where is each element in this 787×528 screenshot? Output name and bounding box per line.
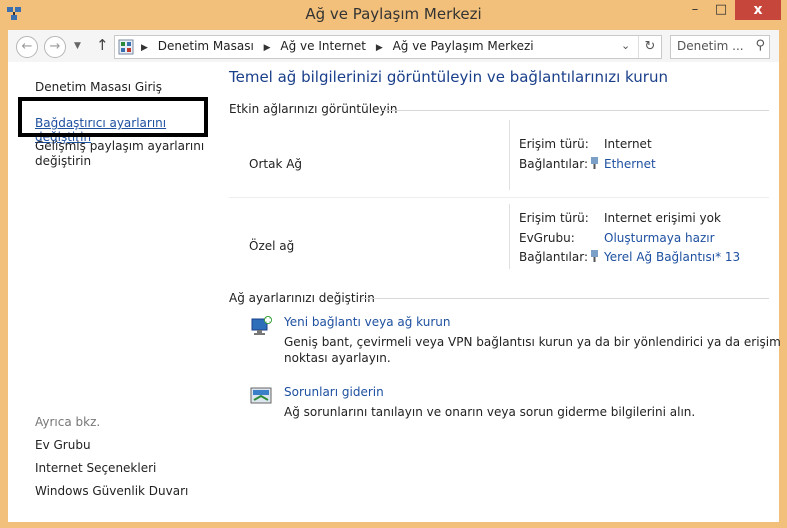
sidebar: Denetim Masası Giriş Bağdaştırıcı ayarla…	[8, 62, 220, 522]
access-type-label: Erişim türü:	[519, 137, 589, 151]
highlight-box	[18, 97, 208, 137]
access-type-value: Internet	[604, 137, 652, 151]
divider	[509, 120, 510, 190]
task-new-connection-link[interactable]: Yeni bağlantı veya ağ kurun	[284, 315, 450, 329]
search-icon[interactable]: ⚲	[755, 38, 765, 53]
connections-label: Bağlantılar:	[519, 250, 588, 264]
navigation-bar: ← → ▼ ↑ ▶ Denetim Masası ▶ Ağ ve Interne…	[8, 30, 779, 62]
connections-label: Bağlantılar:	[519, 157, 588, 171]
refresh-button[interactable]: ↻	[638, 36, 661, 58]
chevron-right-icon: ▶	[141, 43, 148, 53]
network-name-public: Ortak Ağ	[249, 157, 303, 171]
new-connection-icon	[251, 316, 272, 335]
see-also-internet-options[interactable]: Internet Seçenekleri	[35, 461, 156, 475]
homegroup-label: EvGrubu:	[519, 231, 575, 245]
task-troubleshoot-link[interactable]: Sorunları giderin	[284, 385, 384, 399]
ethernet-icon	[591, 157, 598, 169]
recent-locations-icon[interactable]: ▼	[74, 41, 81, 51]
minimize-button[interactable]: –	[682, 0, 708, 20]
access-type-label: Erişim türü:	[519, 211, 589, 225]
active-networks-header: Etkin ağlarınızı görüntüleyin	[229, 102, 398, 116]
divider	[361, 298, 769, 299]
main-panel: Temel ağ bilgilerinizi görüntüleyin ve b…	[229, 62, 781, 522]
see-also-label: Ayrıca bkz.	[35, 415, 101, 429]
divider	[509, 204, 510, 269]
search-input[interactable]: Denetim ...	[677, 39, 744, 53]
connection-link-ethernet[interactable]: Ethernet	[604, 157, 656, 171]
sidebar-item-control-panel-home[interactable]: Denetim Masası Giriş	[35, 80, 162, 94]
divider	[382, 110, 769, 111]
network-name-private: Özel ağ	[249, 239, 295, 253]
forward-button[interactable]: →	[44, 36, 66, 58]
change-settings-header: Ağ ayarlarınızı değiştirin	[229, 291, 375, 305]
control-panel-icon	[118, 39, 134, 55]
divider	[229, 197, 769, 198]
up-button[interactable]: ↑	[96, 36, 109, 54]
task-new-connection-description: Geniş bant, çevirmeli veya VPN bağlantıs…	[284, 335, 781, 365]
task-troubleshoot-description: Ağ sorunlarını tanılayın ve onarın veya …	[284, 405, 696, 419]
sidebar-item-advanced-sharing-settings[interactable]: Gelişmiş paylaşım ayarlarını değiştirin	[35, 139, 205, 169]
breadcrumb-item[interactable]: Denetim Masası	[158, 39, 254, 53]
ethernet-icon	[591, 250, 598, 262]
breadcrumb-item[interactable]: Ağ ve Paylaşım Merkezi	[393, 39, 534, 53]
homegroup-link[interactable]: Oluşturmaya hazır	[604, 231, 715, 245]
access-type-value: Internet erişimi yok	[604, 211, 721, 225]
window-title: Ağ ve Paylaşım Merkezi	[305, 5, 482, 23]
connection-link-local-area[interactable]: Yerel Ağ Bağlantısı* 13	[604, 250, 740, 264]
address-bar[interactable]: ▶ Denetim Masası ▶ Ağ ve Internet ▶ Ağ v…	[114, 35, 662, 59]
see-also-homegroup[interactable]: Ev Grubu	[35, 438, 91, 452]
page-title: Temel ağ bilgilerinizi görüntüleyin ve b…	[229, 68, 668, 86]
back-button[interactable]: ←	[16, 36, 38, 58]
maximize-button[interactable]: □	[708, 0, 734, 20]
chevron-down-icon[interactable]: ⌄	[621, 39, 630, 52]
window: Ağ ve Paylaşım Merkezi – □ x ← → ▼ ↑ ▶ D…	[0, 0, 787, 528]
see-also-windows-firewall[interactable]: Windows Güvenlik Duvarı	[35, 484, 188, 498]
chevron-right-icon: ▶	[263, 43, 271, 53]
breadcrumb-item[interactable]: Ağ ve Internet	[280, 39, 366, 53]
chevron-right-icon: ▶	[375, 43, 383, 53]
breadcrumb: ▶ Denetim Masası ▶ Ağ ve Internet ▶ Ağ v…	[141, 39, 540, 53]
content-area: Denetim Masası Giriş Bağdaştırıcı ayarla…	[8, 62, 781, 522]
close-button[interactable]: x	[735, 0, 781, 20]
troubleshoot-icon	[250, 387, 272, 404]
search-box[interactable]: Denetim ... ⚲	[670, 35, 770, 59]
title-bar: Ağ ve Paylaşım Merkezi – □ x	[0, 0, 787, 28]
